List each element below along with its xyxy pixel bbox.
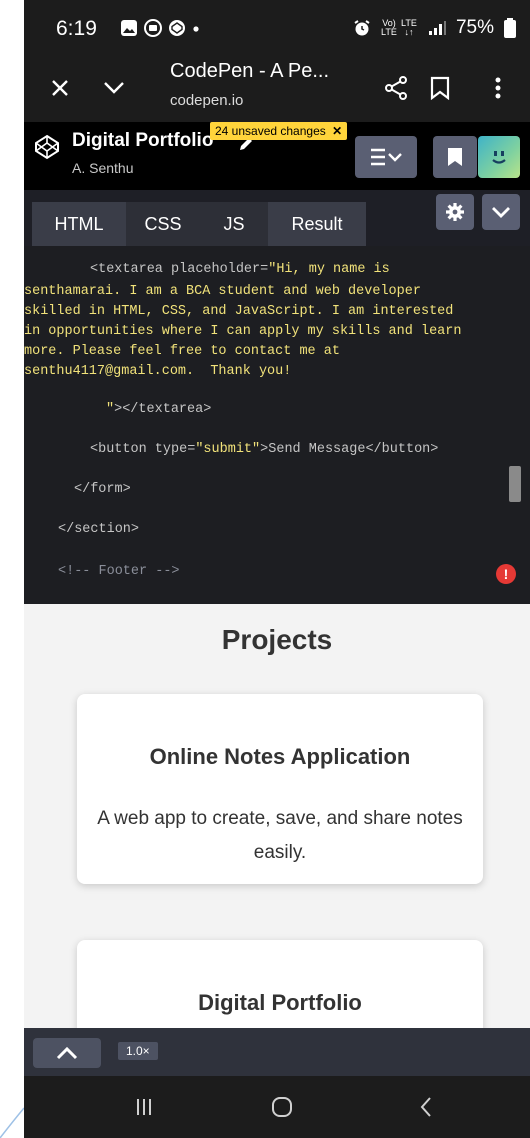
chevron-down-icon bbox=[104, 82, 124, 94]
tab-css-label: CSS bbox=[144, 213, 182, 234]
project-card: Online Notes Application A web app to cr… bbox=[77, 694, 483, 884]
bookmark-button[interactable] bbox=[424, 72, 456, 104]
bookmark-filled-icon bbox=[448, 148, 462, 166]
status-bar: 6:19 Vo) LTE LTE ↓↑ 75% bbox=[24, 0, 530, 58]
tab-html[interactable]: HTML bbox=[32, 202, 126, 246]
gallery-icon bbox=[121, 20, 137, 36]
pen-author[interactable]: A. Senthu bbox=[72, 160, 134, 176]
project-card: Digital Portfolio bbox=[77, 940, 483, 1028]
network-label: LTE ↓↑ bbox=[401, 18, 417, 37]
code-editor[interactable]: <textarea placeholder="Hi, my name is se… bbox=[24, 246, 530, 604]
chevron-up-icon bbox=[56, 1046, 78, 1060]
recent-apps-button[interactable] bbox=[124, 1092, 164, 1122]
tab-result-label: Result bbox=[291, 213, 343, 234]
bookmark-icon bbox=[430, 76, 450, 100]
close-icon bbox=[52, 80, 68, 96]
pen-title[interactable]: Digital Portfolio bbox=[72, 130, 213, 152]
back-icon bbox=[420, 1097, 431, 1117]
home-button[interactable] bbox=[262, 1092, 302, 1122]
change-view-button[interactable] bbox=[355, 136, 417, 178]
browser-toolbar: CodePen - A Pe... codepen.io bbox=[24, 58, 530, 122]
code-line: <button type="submit">Send Message</butt… bbox=[90, 442, 439, 457]
settings-button[interactable] bbox=[436, 194, 474, 230]
battery-icon bbox=[504, 18, 516, 38]
save-pen-button[interactable] bbox=[433, 136, 477, 178]
share-icon bbox=[385, 76, 407, 100]
projects-heading: Projects bbox=[221, 624, 333, 655]
codepen-logo-icon[interactable] bbox=[34, 134, 60, 160]
page-url[interactable]: codepen.io bbox=[170, 92, 243, 109]
radio-icon bbox=[144, 19, 162, 37]
signal-icon bbox=[428, 21, 446, 35]
layout-menu-icon bbox=[371, 148, 402, 166]
project-card-title: Digital Portfolio bbox=[198, 990, 362, 1015]
code-line: senthu4117@gmail.com. Thank you! bbox=[24, 364, 292, 379]
status-time: 6:19 bbox=[56, 17, 97, 40]
project-card-title: Online Notes Application bbox=[149, 744, 411, 769]
tab-result[interactable]: Result bbox=[268, 202, 366, 246]
code-line: </form> bbox=[74, 482, 131, 497]
code-line: "></textarea> bbox=[106, 402, 212, 417]
recent-apps-icon bbox=[137, 1099, 151, 1115]
chevron-down-icon bbox=[492, 207, 510, 218]
tab-html-label: HTML bbox=[54, 213, 104, 234]
code-line: senthamarai. I am a BCA student and web … bbox=[24, 284, 421, 299]
unsaved-changes-label: 24 unsaved changes bbox=[215, 124, 326, 138]
project-card-description: A web app to create, save, and share not… bbox=[97, 808, 463, 863]
battery-percent: 75% bbox=[455, 17, 494, 38]
minimize-button[interactable] bbox=[98, 72, 130, 104]
tab-js[interactable]: JS bbox=[200, 202, 268, 246]
code-line: skilled in HTML, CSS, and JavaScript. I … bbox=[24, 304, 454, 319]
code-line: </section> bbox=[58, 522, 140, 537]
zoom-level-button[interactable]: 1.0× bbox=[118, 1042, 158, 1060]
share-button[interactable] bbox=[380, 72, 412, 104]
code-line: <!-- Footer --> bbox=[58, 564, 180, 579]
notification-icons bbox=[120, 19, 200, 37]
home-icon bbox=[272, 1097, 292, 1117]
collapse-editor-button[interactable] bbox=[482, 194, 520, 230]
editor-bottom-bar: 1.0× bbox=[24, 1028, 530, 1076]
dismiss-icon[interactable]: ✕ bbox=[332, 124, 342, 138]
tab-css[interactable]: CSS bbox=[126, 202, 200, 246]
page-title: CodePen - A Pe... bbox=[170, 60, 329, 82]
result-preview: Projects Online Notes Application A web … bbox=[24, 604, 530, 1028]
error-indicator-icon[interactable]: ! bbox=[496, 564, 516, 584]
codepen-notify-icon bbox=[169, 20, 185, 36]
alarm-icon bbox=[354, 20, 370, 36]
smiley-icon bbox=[492, 151, 506, 164]
code-line: more. Please feel free to contact me at bbox=[24, 344, 340, 359]
codepen-header: Digital Portfolio A. Senthu 24 unsaved c… bbox=[24, 122, 530, 190]
system-nav-bar bbox=[24, 1076, 530, 1138]
gear-icon bbox=[446, 203, 464, 221]
more-vertical-icon bbox=[495, 77, 501, 99]
close-tab-button[interactable] bbox=[44, 72, 76, 104]
status-right: Vo) LTE LTE ↓↑ 75% bbox=[353, 17, 516, 39]
code-line: <textarea placeholder="Hi, my name is bbox=[90, 262, 390, 277]
volte-icon: Vo) LTE LTE ↓↑ bbox=[381, 18, 417, 37]
more-options-button[interactable] bbox=[482, 72, 514, 104]
expand-editor-button[interactable] bbox=[33, 1038, 101, 1068]
editor-scrollbar[interactable] bbox=[509, 466, 521, 502]
code-line: in opportunities where I can apply my sk… bbox=[24, 324, 462, 339]
phone-screen: 6:19 Vo) LTE LTE ↓↑ 75% CodePen - A Pe..… bbox=[24, 0, 530, 1138]
user-avatar[interactable] bbox=[478, 136, 520, 178]
unsaved-changes-badge[interactable]: 24 unsaved changes ✕ bbox=[210, 122, 348, 140]
editor-tabs: HTML CSS JS Result bbox=[24, 190, 530, 246]
tab-js-label: JS bbox=[223, 213, 245, 234]
back-button[interactable] bbox=[406, 1092, 446, 1122]
dot-icon bbox=[193, 26, 199, 32]
